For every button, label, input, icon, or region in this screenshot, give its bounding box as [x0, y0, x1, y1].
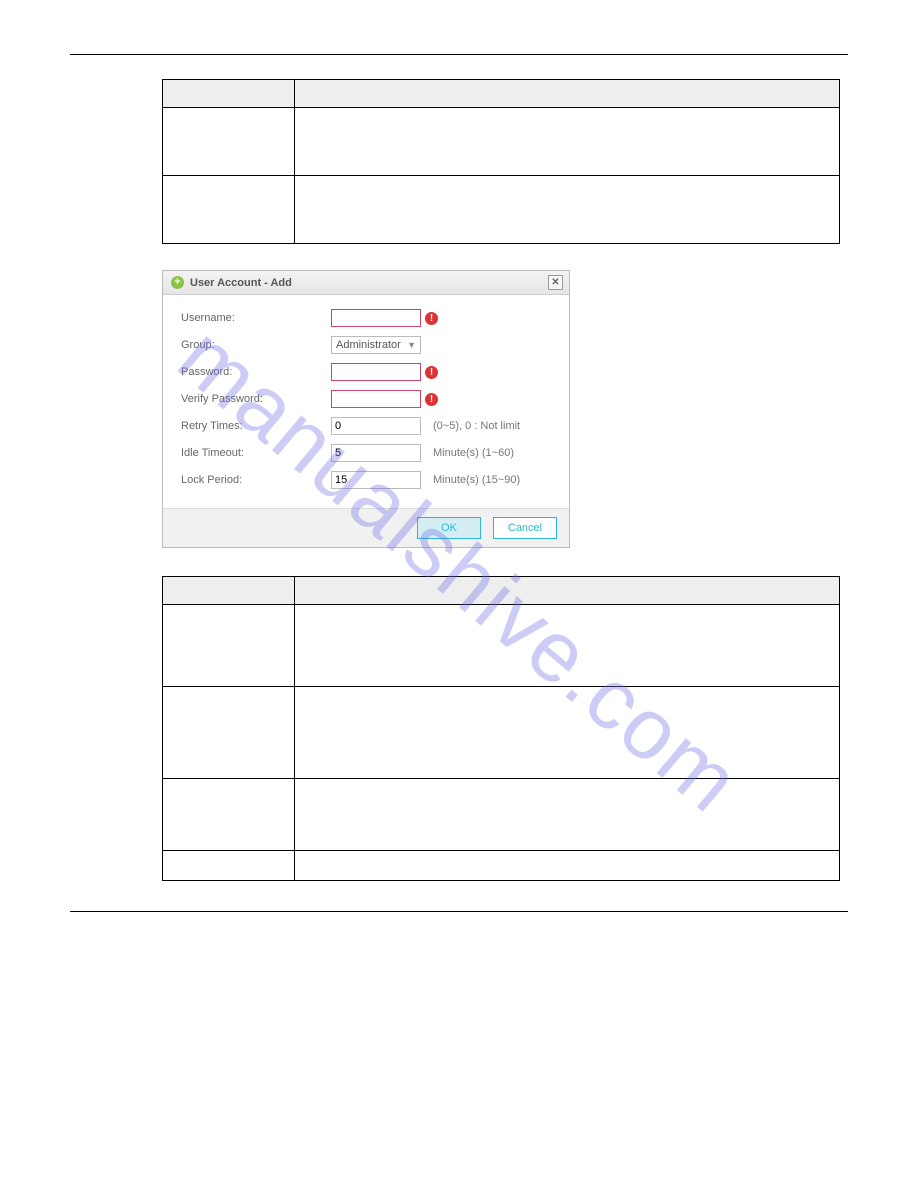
idle-timeout-input[interactable] — [331, 444, 421, 462]
retry-times-hint: (0~5), 0 : Not limit — [433, 420, 520, 432]
cancel-button[interactable]: Cancel — [493, 517, 557, 539]
chevron-down-icon: ▼ — [407, 340, 416, 350]
close-icon[interactable]: ✕ — [548, 275, 563, 290]
header-rule — [70, 54, 848, 55]
ok-button-label: OK — [441, 522, 457, 534]
dialog-body: Username: ! Group: Administrator ▼ Passw… — [163, 295, 569, 508]
username-input[interactable] — [331, 309, 421, 327]
password-label: Password: — [181, 366, 331, 378]
table2-row3-label — [163, 779, 295, 851]
table2-row4-desc — [295, 851, 840, 881]
table2-row1-label — [163, 605, 295, 687]
table2-header-1 — [163, 577, 295, 605]
table1-header-2 — [295, 80, 840, 108]
table1-row2-desc — [295, 176, 840, 244]
group-selected: Administrator — [336, 339, 401, 351]
plus-icon: + — [171, 276, 184, 289]
table1-row1-desc — [295, 108, 840, 176]
table2-row2-desc — [295, 687, 840, 779]
table2-row1-desc — [295, 605, 840, 687]
table2-header-2 — [295, 577, 840, 605]
spec-table-1 — [162, 79, 840, 244]
table1-row2-label — [163, 176, 295, 244]
table1-row1-label — [163, 108, 295, 176]
lock-period-label: Lock Period: — [181, 474, 331, 486]
username-label: Username: — [181, 312, 331, 324]
retry-times-input[interactable] — [331, 417, 421, 435]
dialog-footer: OK Cancel — [163, 508, 569, 547]
group-label: Group: — [181, 339, 331, 351]
idle-timeout-label: Idle Timeout: — [181, 447, 331, 459]
error-icon: ! — [425, 312, 438, 325]
verify-password-label: Verify Password: — [181, 393, 331, 405]
error-icon: ! — [425, 393, 438, 406]
table2-row2-label — [163, 687, 295, 779]
dialog-titlebar: + User Account - Add ✕ — [163, 271, 569, 295]
table2-row3-desc — [295, 779, 840, 851]
lock-period-hint: Minute(s) (15~90) — [433, 474, 520, 486]
table1-header-1 — [163, 80, 295, 108]
retry-times-label: Retry Times: — [181, 420, 331, 432]
password-input[interactable] — [331, 363, 421, 381]
ok-button[interactable]: OK — [417, 517, 481, 539]
footer-rule — [70, 911, 848, 912]
dialog-title-text: User Account - Add — [190, 277, 292, 289]
spec-table-2 — [162, 576, 840, 881]
verify-password-input[interactable] — [331, 390, 421, 408]
table2-row4-label — [163, 851, 295, 881]
error-icon: ! — [425, 366, 438, 379]
user-account-add-dialog: + User Account - Add ✕ Username: ! Group… — [162, 270, 570, 548]
idle-timeout-hint: Minute(s) (1~60) — [433, 447, 514, 459]
cancel-button-label: Cancel — [508, 522, 542, 534]
group-dropdown[interactable]: Administrator ▼ — [331, 336, 421, 354]
lock-period-input[interactable] — [331, 471, 421, 489]
